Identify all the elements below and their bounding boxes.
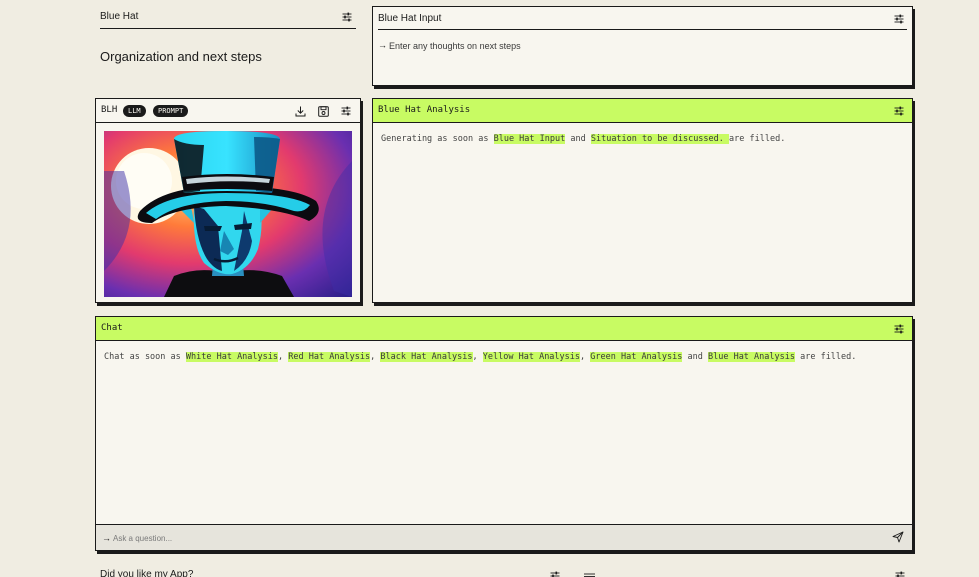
red-hat-analysis-reference[interactable]: Red Hat Analysis — [288, 352, 371, 362]
blh-card-title: BLH — [101, 105, 118, 115]
settings-sliders-icon[interactable] — [894, 14, 904, 24]
analysis-card-header: Blue Hat Analysis — [373, 99, 912, 123]
blue-hat-header-section: Blue Hat Organization and next steps — [100, 0, 356, 70]
blue-hat-analysis-card: Blue Hat Analysis Generating as soon as … — [372, 98, 913, 303]
title-divider — [100, 28, 356, 29]
blh-image-card: BLH LLM PROMPT — [95, 98, 361, 303]
blue-hat-input-card: Blue Hat Input → — [372, 6, 913, 86]
settings-sliders-icon[interactable] — [550, 571, 560, 577]
settings-sliders-icon[interactable] — [895, 571, 905, 577]
chat-input-bar: → — [96, 524, 912, 550]
arrow-right-icon: → — [378, 40, 387, 50]
download-icon[interactable] — [295, 106, 306, 117]
hat-title: Blue Hat — [100, 11, 139, 22]
send-icon[interactable] — [892, 531, 904, 543]
blue-hat-input-reference[interactable]: Blue Hat Input — [493, 134, 566, 144]
settings-sliders-icon[interactable] — [894, 106, 904, 116]
settings-sliders-icon[interactable] — [342, 12, 352, 22]
green-hat-analysis-reference[interactable]: Green Hat Analysis — [590, 352, 683, 362]
drag-handle-icon[interactable] — [584, 573, 595, 577]
blue-hat-image — [104, 131, 352, 297]
settings-sliders-icon[interactable] — [894, 324, 904, 334]
input-card-divider — [378, 29, 907, 30]
white-hat-analysis-reference[interactable]: White Hat Analysis — [185, 352, 279, 362]
blue-hat-analysis-reference[interactable]: Blue Hat Analysis — [707, 352, 795, 362]
chat-question-input[interactable] — [113, 531, 873, 545]
feedback-title: Did you like my App? — [100, 569, 194, 577]
save-icon[interactable] — [318, 106, 329, 117]
chat-card: Chat Chat as soon as White Hat Analysis,… — [95, 316, 913, 551]
analysis-card-title: Blue Hat Analysis — [378, 105, 471, 115]
arrow-right-icon: → — [102, 533, 111, 543]
chat-pending-message: Chat as soon as White Hat Analysis, Red … — [104, 352, 857, 362]
black-hat-analysis-reference[interactable]: Black Hat Analysis — [380, 352, 473, 362]
input-card-title: Blue Hat Input — [378, 13, 442, 24]
chat-card-header: Chat — [96, 317, 912, 341]
chat-card-title: Chat — [101, 323, 123, 333]
feedback-section: Did you like my App? — [100, 566, 913, 577]
section-subtitle: Organization and next steps — [100, 49, 262, 64]
settings-sliders-icon[interactable] — [341, 106, 351, 116]
blh-card-header: BLH LLM PROMPT — [96, 99, 360, 123]
prompt-badge[interactable]: PROMPT — [153, 105, 189, 117]
llm-badge[interactable]: LLM — [123, 105, 146, 117]
yellow-hat-analysis-reference[interactable]: Yellow Hat Analysis — [482, 352, 581, 362]
analysis-pending-message: Generating as soon as Blue Hat Input and… — [381, 134, 786, 144]
blue-hat-thoughts-input[interactable] — [389, 39, 889, 53]
situation-reference[interactable]: Situation to be discussed. — [590, 134, 730, 144]
